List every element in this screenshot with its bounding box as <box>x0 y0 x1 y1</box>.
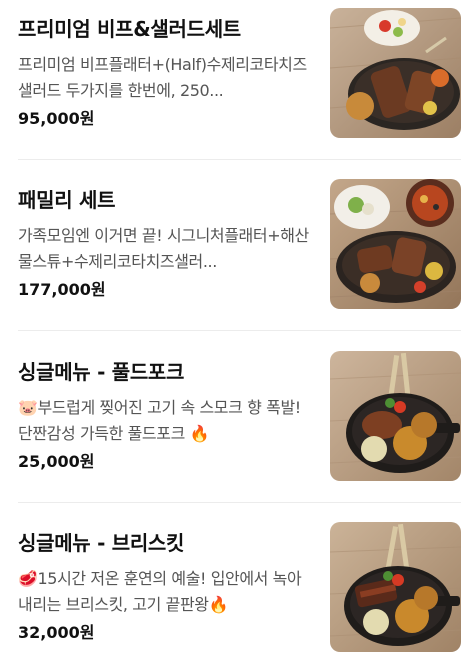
menu-item-text: 싱글메뉴 - 브리스킷 🥩15시간 저온 훈연의 예술! 입안에서 녹아내리는 … <box>18 522 312 644</box>
divider <box>18 330 461 331</box>
menu-item-name: 싱글메뉴 - 브리스킷 <box>18 531 185 555</box>
menu-item-price: 32,000원 <box>18 623 95 642</box>
family-platter-photo[interactable] <box>330 179 461 309</box>
menu-item-description: 🥩15시간 저온 훈연의 예술! 입안에서 녹아내리는 브리스킷, 고기 끝판왕… <box>18 569 302 614</box>
pulled-pork-skillet-photo[interactable] <box>330 351 461 481</box>
menu-item-family-set[interactable]: 패밀리 세트 가족모임엔 이거면 끝! 시그니처플래터+해산물스튜+수제리코타치… <box>18 179 461 311</box>
menu-item-name: 패밀리 세트 <box>18 188 116 212</box>
menu-item-name: 싱글메뉴 - 풀드포크 <box>18 360 185 384</box>
divider <box>18 159 461 160</box>
beef-platter-photo[interactable] <box>330 8 461 138</box>
brisket-skillet-photo[interactable] <box>330 522 461 652</box>
menu-item-text: 싱글메뉴 - 풀드포크 🐷부드럽게 찢어진 고기 속 스모크 향 폭발! 단짠감… <box>18 351 312 473</box>
menu-item-description: 프리미엄 비프플래터+(Half)수제리코타치즈샐러드 두가지를 한번에, 25… <box>18 55 307 100</box>
menu-item-name: 프리미엄 비프&샐러드세트 <box>18 17 241 41</box>
menu-item-single-pulled-pork[interactable]: 싱글메뉴 - 풀드포크 🐷부드럽게 찢어진 고기 속 스모크 향 폭발! 단짠감… <box>18 351 461 483</box>
divider <box>18 502 461 503</box>
menu-list: 프리미엄 비프&샐러드세트 프리미엄 비프플래터+(Half)수제리코타치즈샐러… <box>0 0 471 659</box>
menu-item-description: 가족모임엔 이거면 끝! 시그니처플래터+해산물스튜+수제리코타치즈샐러... <box>18 226 309 271</box>
menu-item-price: 177,000원 <box>18 280 106 299</box>
menu-item-premium-beef-salad-set[interactable]: 프리미엄 비프&샐러드세트 프리미엄 비프플래터+(Half)수제리코타치즈샐러… <box>18 8 461 140</box>
menu-item-description: 🐷부드럽게 찢어진 고기 속 스모크 향 폭발! 단짠감성 가득한 풀드포크 🔥 <box>18 398 301 443</box>
menu-item-text: 프리미엄 비프&샐러드세트 프리미엄 비프플래터+(Half)수제리코타치즈샐러… <box>18 8 312 130</box>
menu-item-text: 패밀리 세트 가족모임엔 이거면 끝! 시그니처플래터+해산물스튜+수제리코타치… <box>18 179 312 301</box>
menu-item-price: 25,000원 <box>18 452 95 471</box>
menu-item-price: 95,000원 <box>18 109 95 128</box>
menu-item-single-brisket[interactable]: 싱글메뉴 - 브리스킷 🥩15시간 저온 훈연의 예술! 입안에서 녹아내리는 … <box>18 522 461 654</box>
